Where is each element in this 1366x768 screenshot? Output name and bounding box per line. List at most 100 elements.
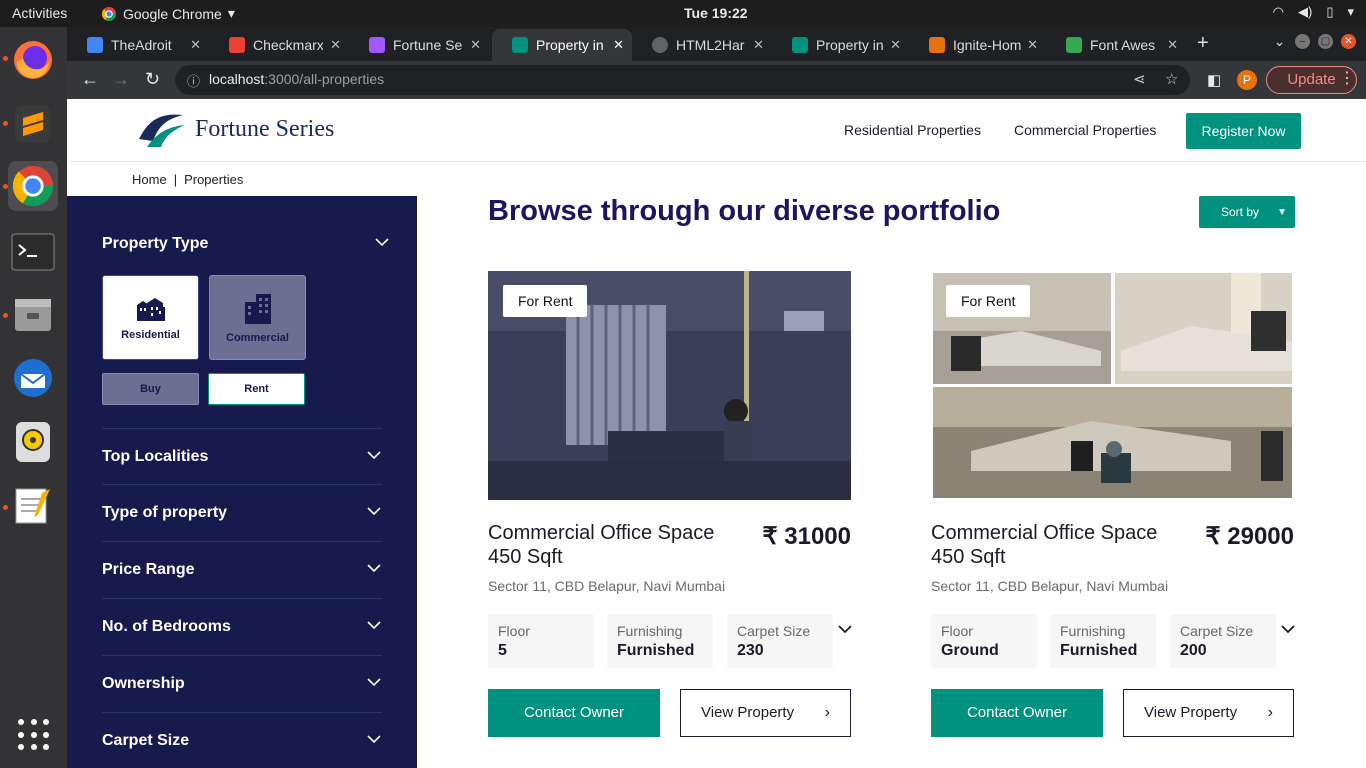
- view-property-button[interactable]: View Property ›: [1123, 689, 1294, 737]
- property-photo[interactable]: For Rent: [931, 271, 1294, 500]
- back-arrow-icon[interactable]: ←: [81, 69, 99, 90]
- maximize-icon[interactable]: ▢: [1318, 34, 1333, 49]
- filter-label: Top Localities: [102, 448, 209, 465]
- chevron-down-icon[interactable]: [837, 621, 853, 637]
- show-applications-icon[interactable]: [18, 719, 50, 751]
- reload-icon[interactable]: ↻: [145, 69, 160, 90]
- running-indicator: [3, 121, 8, 126]
- contact-owner-button[interactable]: Contact Owner: [488, 689, 660, 737]
- browser-tab[interactable]: Ignite-Hom ✕: [909, 29, 1046, 61]
- app-name: Google Chrome: [123, 5, 222, 22]
- spec-value: 200: [1180, 642, 1207, 659]
- close-window-icon[interactable]: ✕: [1341, 34, 1356, 49]
- property-title[interactable]: Commercial Office Space 450 Sqft: [931, 521, 1171, 569]
- browser-tab[interactable]: TheAdroit ✕: [67, 29, 209, 61]
- filter-label: Property Type: [102, 235, 209, 252]
- breadcrumb-current: Properties: [184, 172, 244, 187]
- browser-tab[interactable]: Font Awes ✕: [1046, 29, 1186, 61]
- side-panel-icon[interactable]: ◧: [1207, 71, 1221, 89]
- browser-tab-active[interactable]: Property in ✕: [492, 29, 632, 61]
- browser-toolbar: ← → ↻ ⓘ localhost:3000/all-properties ⋖ …: [67, 61, 1366, 99]
- spec-value: Furnished: [1060, 642, 1138, 659]
- close-icon[interactable]: ✕: [190, 37, 201, 53]
- spec-carpet-size: Carpet Size 200: [1170, 614, 1276, 668]
- rhythmbox-icon[interactable]: [8, 417, 58, 467]
- contact-owner-button[interactable]: Contact Owner: [931, 689, 1103, 737]
- tab-title: Property in: [816, 37, 884, 53]
- filter-bedrooms[interactable]: No. of Bedrooms: [102, 599, 382, 656]
- browser-tab[interactable]: HTML2Har ✕: [632, 29, 772, 61]
- close-icon[interactable]: ✕: [330, 37, 341, 53]
- property-title[interactable]: Commercial Office Space 450 Sqft: [488, 521, 728, 569]
- profile-avatar[interactable]: P: [1237, 70, 1257, 90]
- kebab-menu-icon[interactable]: ⋮: [1339, 68, 1355, 88]
- chevron-down-icon: [367, 564, 381, 573]
- info-icon[interactable]: ⓘ: [187, 71, 200, 90]
- close-icon[interactable]: ✕: [613, 37, 624, 53]
- close-icon[interactable]: ✕: [890, 37, 901, 53]
- spec-label: Floor: [498, 623, 530, 639]
- sublime-text-icon[interactable]: [8, 99, 58, 149]
- breadcrumb-separator: |: [173, 172, 178, 187]
- tab-search-chevron-icon[interactable]: ⌄: [1272, 34, 1287, 49]
- close-icon[interactable]: ✕: [1167, 37, 1178, 53]
- spec-value: Ground: [941, 642, 999, 659]
- deal-option-rent[interactable]: Rent: [208, 373, 305, 405]
- nav-residential-properties[interactable]: Residential Properties: [844, 122, 981, 138]
- close-icon[interactable]: ✕: [1027, 37, 1038, 53]
- files-icon[interactable]: [8, 289, 58, 339]
- chevron-down-icon: ▼: [1277, 207, 1287, 218]
- property-price: ₹ 31000: [762, 523, 851, 550]
- property-card[interactable]: For Rent Commercial Office Space 450 Sqf…: [488, 271, 853, 741]
- spec-value: Furnished: [617, 642, 695, 659]
- minimize-icon[interactable]: –: [1295, 34, 1310, 49]
- property-card[interactable]: For Rent Commercial Office Space 450 Sqf…: [931, 271, 1296, 741]
- share-icon[interactable]: ⋖: [1133, 70, 1146, 88]
- spec-label: Carpet Size: [737, 623, 811, 639]
- address-bar[interactable]: ⓘ localhost:3000/all-properties ⋖ ☆: [175, 65, 1190, 95]
- filter-type-of-property[interactable]: Type of property: [102, 485, 382, 542]
- system-tray[interactable]: ◠ ◀) ▯ ▾: [1273, 4, 1354, 20]
- filter-ownership[interactable]: Ownership: [102, 656, 382, 713]
- office-building-icon: [244, 293, 271, 324]
- deal-option-buy[interactable]: Buy: [102, 373, 199, 405]
- filter-carpet-size[interactable]: Carpet Size: [102, 713, 382, 768]
- browser-tab[interactable]: Checkmarx ✕: [209, 29, 349, 61]
- view-property-button[interactable]: View Property ›: [680, 689, 851, 737]
- new-tab-plus-icon[interactable]: +: [1197, 32, 1209, 55]
- register-now-button[interactable]: Register Now: [1186, 113, 1301, 149]
- running-indicator: [3, 184, 8, 189]
- browser-tab[interactable]: Fortune Se ✕: [349, 29, 489, 61]
- browser-tab[interactable]: Property in ✕: [772, 29, 909, 61]
- firefox-icon[interactable]: [8, 35, 58, 85]
- spec-floor: Floor 5: [488, 614, 594, 668]
- close-icon[interactable]: ✕: [470, 37, 481, 53]
- filter-top-localities[interactable]: Top Localities: [102, 428, 382, 485]
- filter-price-range[interactable]: Price Range: [102, 542, 382, 599]
- forward-arrow-icon[interactable]: →: [112, 69, 130, 90]
- bookmark-star-icon[interactable]: ☆: [1165, 70, 1178, 88]
- volume-icon: ◀): [1297, 4, 1313, 19]
- terminal-icon[interactable]: [8, 227, 58, 277]
- text-editor-icon[interactable]: [8, 481, 58, 531]
- sort-dropdown[interactable]: Sort by ▼: [1199, 196, 1295, 228]
- chevron-down-icon[interactable]: [1280, 621, 1296, 637]
- tab-title: Property in: [536, 37, 604, 53]
- tab-title: Font Awes: [1090, 37, 1156, 53]
- brand-logo[interactable]: Fortune Series: [137, 109, 334, 149]
- button-label: View Property: [701, 704, 795, 721]
- type-option-residential[interactable]: Residential: [102, 275, 199, 360]
- close-icon[interactable]: ✕: [753, 37, 764, 53]
- breadcrumb-home[interactable]: Home: [132, 172, 167, 187]
- chrome-dock-icon[interactable]: [8, 161, 58, 211]
- spec-furnishing: Furnishing Furnished: [607, 614, 713, 668]
- nav-commercial-properties[interactable]: Commercial Properties: [1014, 122, 1156, 138]
- thunderbird-icon[interactable]: [8, 353, 58, 403]
- type-option-commercial[interactable]: Commercial: [209, 275, 306, 360]
- clock[interactable]: Tue 19:22: [684, 5, 748, 21]
- app-menu[interactable]: Google Chrome ▾: [101, 5, 235, 22]
- property-photo[interactable]: For Rent: [488, 271, 851, 500]
- chevron-down-icon: [367, 678, 381, 687]
- spec-furnishing: Furnishing Furnished: [1050, 614, 1156, 668]
- activities-button[interactable]: Activities: [12, 5, 67, 21]
